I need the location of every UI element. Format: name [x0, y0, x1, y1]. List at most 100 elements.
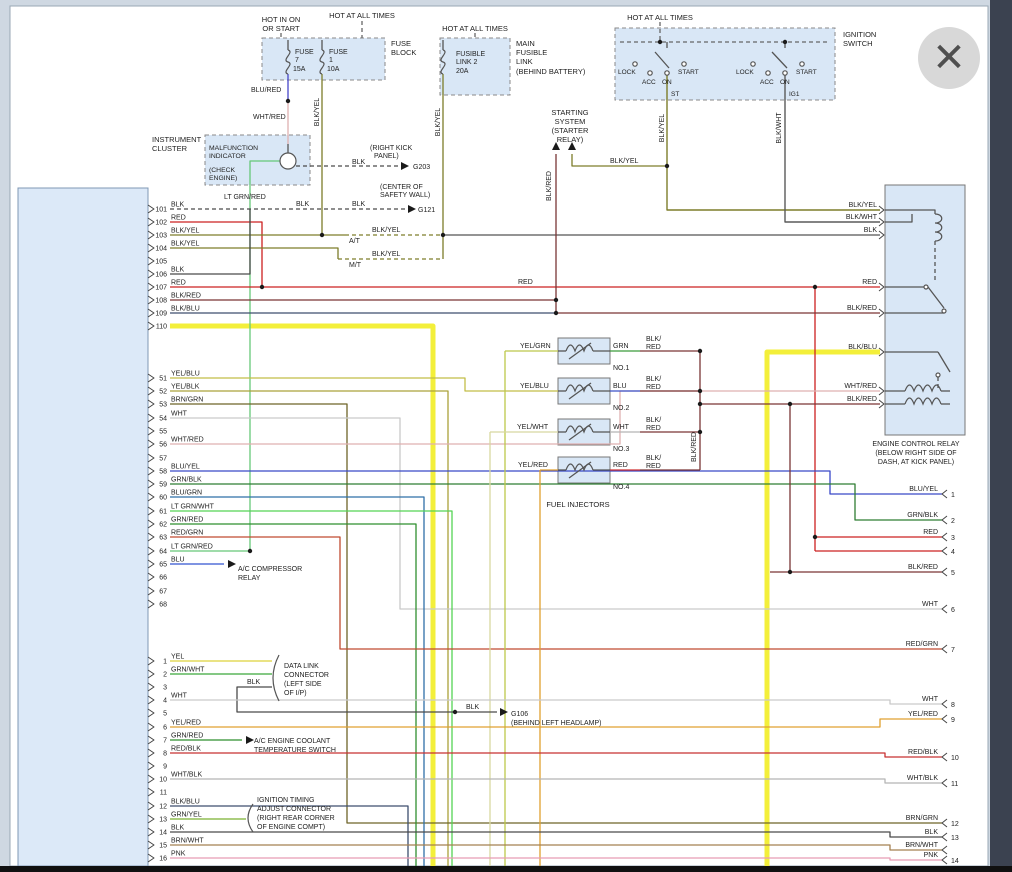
diagram-label: NO.2 — [613, 405, 629, 412]
diagram-label: SWITCH — [843, 39, 873, 48]
pin-number: 3 — [951, 535, 955, 542]
diagram-label: DASH, AT KICK PANEL) — [878, 459, 954, 466]
wire-label: RED — [171, 215, 186, 222]
pin-number: 64 — [159, 549, 167, 556]
scrollbar[interactable] — [990, 0, 1012, 872]
diagram-label: SAFETY WALL) — [380, 192, 430, 199]
contact-circle — [942, 309, 946, 313]
pin-number: 66 — [159, 575, 167, 582]
junction-dot — [788, 402, 792, 406]
wire-label: WHT — [171, 693, 188, 700]
diagram-label: (CENTER OF — [380, 184, 423, 191]
wire-label: RED/BLK — [908, 749, 938, 756]
wire-label: BLK — [171, 267, 185, 274]
wire-label: BLU — [171, 557, 185, 564]
diagram-label: (BEHIND LEFT HEADLAMP) — [511, 720, 602, 727]
wire-label: BLK — [925, 829, 939, 836]
pin-number: 10 — [159, 777, 167, 784]
wiring-diagram: 101BLK102RED103BLK/YEL104BLK/YEL105106BL… — [0, 0, 1012, 872]
pin-number: 61 — [159, 509, 167, 516]
pin-number: 58 — [159, 469, 167, 476]
pin-number: 62 — [159, 522, 167, 529]
wire-label: YEL — [171, 654, 184, 661]
diagram-label: (CHECK — [209, 167, 236, 174]
diagram-label: BLU — [613, 383, 627, 390]
close-button[interactable]: ✕ — [918, 27, 980, 89]
pin-number: 10 — [951, 755, 959, 762]
wire-label: WHT — [922, 696, 939, 703]
diagram-label: RED — [613, 462, 628, 469]
diagram-label: ACC — [642, 79, 656, 86]
wire-label: BRN/WHT — [171, 838, 204, 845]
diagram-label: TEMPERATURE SWITCH — [254, 747, 336, 754]
junction-dot — [286, 99, 290, 103]
junction-dot — [698, 349, 702, 353]
diagram-label: BLK/RED — [546, 171, 553, 201]
diagram-label: RED — [646, 463, 661, 470]
contact-circle — [800, 62, 804, 66]
diagram-label: RED — [518, 279, 533, 286]
pin-number: 60 — [159, 495, 167, 502]
pin-number: 13 — [159, 817, 167, 824]
wire-label: BLK/RED — [171, 293, 201, 300]
diagram-label: BLK — [247, 679, 261, 686]
diagram-label: OF I/P) — [284, 690, 307, 697]
wire-label: GRN/BLK — [171, 477, 202, 484]
diagram-label: (STARTER — [552, 126, 589, 135]
pin-number: 110 — [156, 324, 167, 331]
wire-label: RED — [923, 529, 938, 536]
diagram-label: NO.1 — [613, 365, 629, 372]
wire-label: BLK/YEL — [171, 228, 200, 235]
pin-number: 5 — [951, 570, 955, 577]
pin-number: 59 — [159, 482, 167, 489]
wire-label: WHT/RED — [171, 437, 204, 444]
diagram-label: BLK — [296, 201, 310, 208]
junction-dot — [658, 40, 662, 44]
wire-label: BLK/RED — [847, 396, 877, 403]
wire-label: RED — [171, 280, 186, 287]
pin-number: 102 — [155, 220, 167, 227]
diagram-label: FUEL INJECTORS — [546, 500, 609, 509]
pin-number: 105 — [155, 259, 167, 266]
wire-label: BRN/GRN — [906, 815, 938, 822]
pin-number: 53 — [159, 402, 167, 409]
fuse-block-box — [262, 38, 385, 80]
pin-number: 7 — [951, 647, 955, 654]
diagram-label: FUSIBLE — [516, 48, 547, 57]
wire-label: BLK/BLU — [171, 799, 200, 806]
diagram-label: (LEFT SIDE — [284, 681, 322, 688]
diagram-label: BLK/YEL — [372, 227, 401, 234]
wire-label: BLU/YEL — [171, 464, 200, 471]
junction-dot — [554, 311, 558, 315]
diagram-label: RELAY) — [557, 135, 584, 144]
diagram-label: INSTRUMENT — [152, 135, 202, 144]
pin-number: 103 — [155, 233, 167, 240]
diagram-label: PANEL) — [374, 153, 399, 160]
wire-label: RED/GRN — [171, 530, 203, 537]
diagram-label: CLUSTER — [152, 144, 188, 153]
junction-dot — [813, 285, 817, 289]
diagram-label: BLK/YEL — [659, 114, 666, 143]
pin-number: 8 — [163, 751, 167, 758]
wire-label: RED — [862, 279, 877, 286]
pin-number: 107 — [155, 285, 167, 292]
diagram-label: HOT IN ON — [262, 15, 301, 24]
wire-label: LT GRN/WHT — [171, 504, 215, 511]
wire-label: BLK/WHT — [846, 214, 878, 221]
junction-dot — [788, 570, 792, 574]
diagram-label: OR START — [262, 24, 300, 33]
pin-number: 55 — [159, 429, 167, 436]
wire-label: WHT/RED — [844, 383, 877, 390]
pin-number: 2 — [951, 518, 955, 525]
pin-number: 56 — [159, 442, 167, 449]
pin-number: 65 — [159, 562, 167, 569]
wire-label: GRN/YEL — [171, 812, 202, 819]
close-icon: ✕ — [932, 38, 966, 78]
diagram-label: LOCK — [736, 69, 754, 76]
pin-number: 15 — [159, 843, 167, 850]
wire-label: YEL/BLU — [171, 371, 200, 378]
wire-label: YEL/BLK — [171, 384, 200, 391]
wire-label: BLK/YEL — [849, 202, 878, 209]
diagram-label: BLK/YEL — [314, 98, 321, 127]
pin-number: 14 — [951, 858, 959, 865]
